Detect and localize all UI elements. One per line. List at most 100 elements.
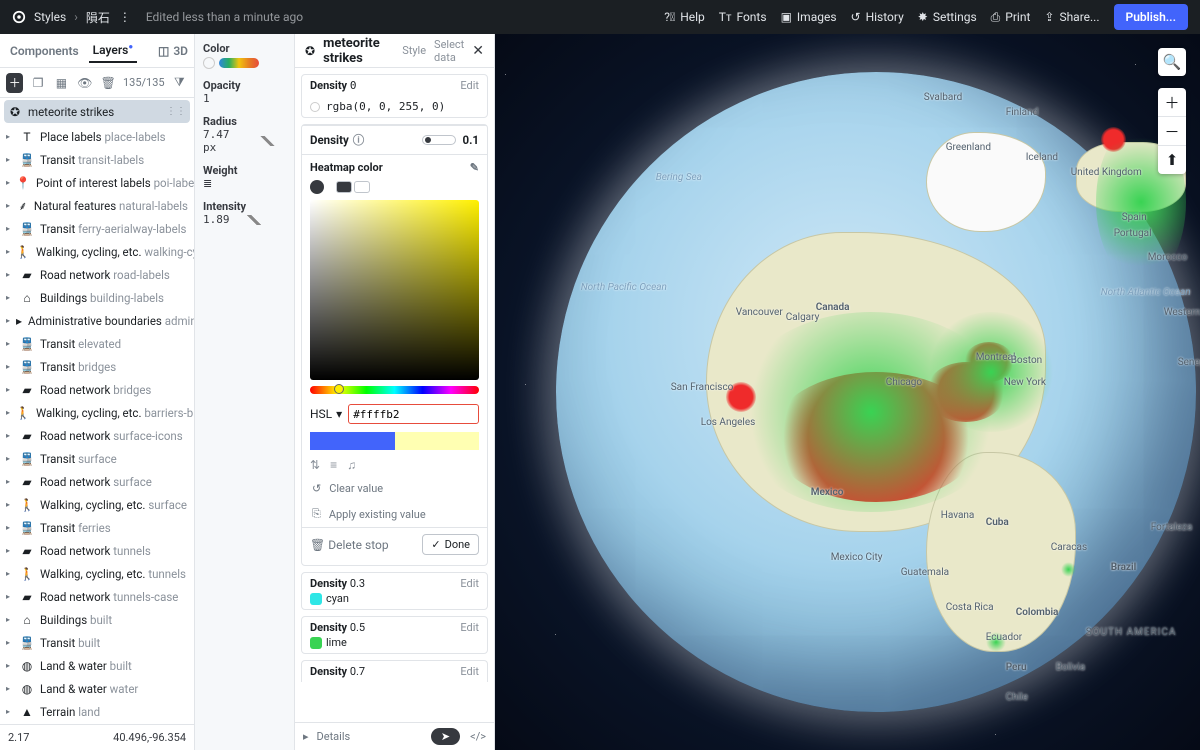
help-button[interactable]: ?⃝Help	[664, 10, 705, 24]
chevron-right-icon[interactable]: ▸	[6, 408, 10, 417]
fonts-button[interactable]: TᴛFonts	[719, 10, 767, 24]
chevron-right-icon[interactable]: ▸	[6, 201, 12, 210]
tab-layers[interactable]: Layers●	[89, 38, 138, 63]
layer-item[interactable]: ▸ ⌂ Buildings building-labels	[0, 286, 194, 309]
layer-item[interactable]: ▸ 🚆 Transit elevated	[0, 332, 194, 355]
hue-slider[interactable]	[310, 386, 479, 394]
density0-card[interactable]: Density 0Edit rgba(0, 0, 255, 0)	[301, 74, 488, 118]
tab-3d[interactable]: ◫3D	[158, 44, 188, 58]
chevron-right-icon[interactable]: ▸	[6, 132, 14, 141]
chevron-right-icon[interactable]: ▸	[6, 638, 14, 647]
chevron-right-icon[interactable]: ▸	[6, 569, 14, 578]
images-button[interactable]: ▣Images	[781, 10, 837, 24]
layer-item[interactable]: ▸ ⸙ Natural features natural-labels	[0, 194, 194, 217]
chevron-right-icon[interactable]: ▸	[6, 362, 14, 371]
crumb-styles[interactable]: Styles	[34, 10, 66, 24]
grip-icon[interactable]: ⋮⋮	[166, 106, 186, 117]
coord-indicator[interactable]: 40.496,-96.354	[113, 731, 186, 744]
chevron-right-icon[interactable]: ▸	[6, 477, 14, 486]
chevron-right-icon[interactable]: ▸	[6, 592, 14, 601]
layer-item[interactable]: ▸ 📍 Point of interest labels poi-labels	[0, 171, 194, 194]
chevron-right-icon[interactable]: ▸	[6, 684, 14, 693]
chevron-right-icon[interactable]: ▸	[6, 178, 10, 187]
sort-icon[interactable]: ⇅	[310, 458, 320, 472]
filter-icon[interactable]: ⧩	[171, 73, 188, 93]
zoom-indicator[interactable]: 2.17	[8, 731, 29, 744]
trash-icon[interactable]: 🗑 Delete stop	[310, 538, 389, 552]
chevron-right-icon[interactable]: ▸	[6, 523, 14, 532]
stop-03[interactable]: Density 0.3Edit cyan	[301, 572, 488, 610]
layer-item[interactable]: ▸ ▰ Road network bridges	[0, 378, 194, 401]
layer-selected[interactable]: ✪ meteorite strikes ⋮⋮	[4, 100, 190, 123]
add-layer-button[interactable]: ＋	[6, 73, 23, 93]
chevron-right-icon[interactable]: ▸	[6, 546, 14, 555]
tab-components[interactable]: Components	[6, 40, 83, 62]
zoom-out-button[interactable]: －	[1158, 117, 1186, 145]
layer-item[interactable]: ▸ 🚶 Walking, cycling, etc. surface	[0, 493, 194, 516]
layer-item[interactable]: ▸ 🚶 Walking, cycling, etc. walking-cycli…	[0, 240, 194, 263]
share-button[interactable]: ⇪Share...	[1044, 10, 1099, 24]
close-icon[interactable]: ✕	[472, 43, 484, 59]
layer-item[interactable]: ▸ ▰ Road network tunnels	[0, 539, 194, 562]
tab-style[interactable]: Style	[402, 44, 426, 57]
chevron-right-icon[interactable]: ▸	[6, 385, 14, 394]
prop-radius[interactable]: Radius 7.47 px	[203, 115, 286, 154]
chevron-right-icon[interactable]: ▸	[6, 247, 10, 256]
chevron-right-icon[interactable]: ▸	[6, 661, 14, 670]
layer-item[interactable]: ▸ 🚶 Walking, cycling, etc. barriers-brid…	[0, 401, 194, 424]
kebab-icon[interactable]: ⋮	[118, 10, 132, 24]
layer-item[interactable]: ▸ 🚆 Transit ferry-aerialway-labels	[0, 217, 194, 240]
clear-value[interactable]: ↺Clear value	[302, 476, 487, 501]
color-model-select[interactable]: HSL▾	[310, 407, 342, 421]
chevron-right-icon[interactable]: ▸	[6, 155, 14, 164]
map-canvas[interactable]: Bering Sea Greenland Svalbard Finland Ic…	[495, 34, 1200, 750]
info-icon[interactable]: ⓘ	[353, 132, 365, 148]
done-button[interactable]: ✓Done	[422, 534, 479, 555]
tab-select-data[interactable]: Select data	[434, 38, 464, 64]
layer-item[interactable]: ▸ T Place labels place-labels	[0, 125, 194, 148]
chevron-right-icon[interactable]: ▸	[6, 316, 10, 325]
code-mode-button[interactable]: </>	[470, 730, 486, 743]
compass-button[interactable]: ⬆	[1158, 146, 1186, 174]
trash-icon[interactable]: 🗑	[100, 73, 117, 93]
layer-item[interactable]: ▸ ◍ Land & water water	[0, 677, 194, 700]
stop-05[interactable]: Density 0.5Edit lime	[301, 616, 488, 654]
edit-link[interactable]: Edit	[460, 79, 479, 92]
history-button[interactable]: ↺History	[851, 10, 904, 24]
density-slider[interactable]	[422, 135, 456, 145]
layer-item[interactable]: ▸ ◍ Land & water built	[0, 654, 194, 677]
layer-item[interactable]: ▸ ▲ Terrain land	[0, 700, 194, 723]
chevron-right-icon[interactable]: ▸	[6, 454, 14, 463]
gradient-toggle[interactable]	[336, 181, 370, 193]
layer-item[interactable]: ▸ ▰ Road network surface	[0, 470, 194, 493]
layer-item[interactable]: ▸ 🚶 Walking, cycling, etc. tunnels	[0, 562, 194, 585]
theme-icon[interactable]: ♫	[347, 458, 356, 472]
layer-item[interactable]: ▸ 🚆 Transit surface	[0, 447, 194, 470]
layer-item[interactable]: ▸ ⌂ Buildings built	[0, 608, 194, 631]
chevron-right-icon[interactable]: ▸	[6, 615, 14, 624]
apply-existing[interactable]: ⎘Apply existing value	[302, 501, 487, 527]
layer-item[interactable]: ▸ 🚆 Transit transit-labels	[0, 148, 194, 171]
saturation-picker[interactable]	[310, 200, 479, 380]
eyedropper-icon[interactable]: ✎	[470, 161, 479, 174]
chevron-right-icon[interactable]: ▸	[6, 431, 14, 440]
search-button[interactable]: 🔍	[1158, 48, 1186, 76]
hex-input[interactable]	[353, 408, 474, 421]
hue-thumb[interactable]	[334, 384, 344, 394]
prop-intensity[interactable]: Intensity 1.89	[203, 200, 286, 226]
settings-button[interactable]: ✸Settings	[918, 10, 977, 24]
chevron-right-icon[interactable]: ▸	[6, 339, 14, 348]
solid-color-toggle[interactable]	[310, 180, 324, 194]
list-icon[interactable]: ≡	[330, 458, 337, 472]
layer-item[interactable]: ▸ 🚆 Transit ferries	[0, 516, 194, 539]
publish-button[interactable]: Publish...	[1114, 4, 1188, 30]
caret-right-icon[interactable]: ▸	[303, 730, 309, 743]
stop-07[interactable]: Density 0.7Edit	[301, 660, 488, 682]
layer-item[interactable]: ▸ ▸ Administrative boundaries admin	[0, 309, 194, 332]
prop-opacity[interactable]: Opacity 1	[203, 79, 286, 105]
chevron-right-icon[interactable]: ▸	[6, 270, 14, 279]
crumb-title[interactable]: 隕石	[86, 9, 110, 26]
chevron-right-icon[interactable]: ▸	[6, 224, 14, 233]
prop-weight[interactable]: Weight ≣	[203, 164, 286, 190]
chevron-right-icon[interactable]: ▸	[6, 500, 14, 509]
